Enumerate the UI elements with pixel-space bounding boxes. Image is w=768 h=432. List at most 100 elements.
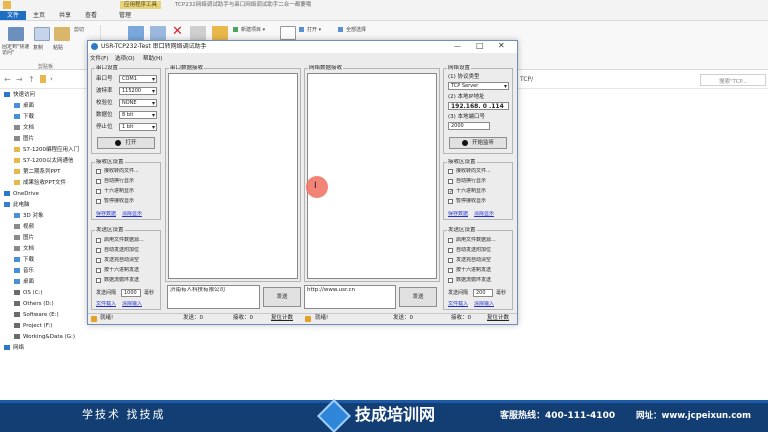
cut-label[interactable]: 剪切: [74, 26, 84, 33]
new-folder-icon[interactable]: [212, 26, 228, 40]
open-serial-button[interactable]: 打开: [97, 137, 155, 149]
option-row[interactable]: 启用文件数据源...: [96, 237, 158, 247]
local-ip-input[interactable]: 192.168. 0 .114: [448, 102, 509, 110]
serial-send-button[interactable]: 发送: [263, 287, 301, 307]
chevron-down-icon[interactable]: ▾: [152, 124, 155, 130]
net-interval-input[interactable]: 200: [473, 289, 493, 297]
nav-item[interactable]: 桌面: [0, 101, 82, 112]
stopbits-select[interactable]: 1 bit ▾: [119, 123, 157, 131]
checkbox[interactable]: [448, 268, 453, 273]
serial-clear-input-link[interactable]: 清除输入: [122, 301, 142, 307]
serial-clear-display-link[interactable]: 清除显示: [122, 211, 142, 217]
tab-file[interactable]: 文件: [0, 11, 27, 20]
protocol-select[interactable]: TCP Server ▾: [448, 82, 509, 90]
close-icon[interactable]: ✕: [498, 41, 505, 50]
nav-item[interactable]: 文档: [0, 123, 82, 134]
nav-item[interactable]: Software (E:): [0, 310, 82, 321]
search-box[interactable]: 搜索"TCP...: [700, 74, 766, 86]
chevron-down-icon[interactable]: ▾: [152, 88, 155, 94]
option-row[interactable]: 接收转向文件...: [448, 168, 510, 178]
pin-icon[interactable]: [8, 27, 24, 41]
nav-item[interactable]: 下载: [0, 255, 82, 266]
serial-reset-count-button[interactable]: 复位计数: [271, 314, 293, 323]
checkbox[interactable]: [96, 199, 101, 204]
nav-item[interactable]: 第二期系列PPT: [0, 167, 82, 178]
nav-item[interactable]: S7-1200编程应用入门: [0, 145, 82, 156]
chevron-down-icon[interactable]: ▾: [504, 83, 507, 89]
open-label[interactable]: 打开 ▾: [307, 26, 321, 33]
copy-icon[interactable]: [34, 27, 50, 41]
checkbox[interactable]: [96, 179, 101, 184]
nav-item[interactable]: 网络: [0, 343, 82, 354]
net-clear-display-link[interactable]: 清除显示: [474, 211, 494, 217]
checkbox[interactable]: [448, 258, 453, 263]
tab-manage[interactable]: 管理: [112, 11, 138, 20]
nav-item[interactable]: 文档: [0, 244, 82, 255]
serial-save-data-link[interactable]: 保存数据: [96, 211, 116, 217]
tab-share[interactable]: 共享: [52, 11, 78, 20]
checkbox[interactable]: [96, 258, 101, 263]
checkbox[interactable]: [96, 248, 101, 253]
local-port-input[interactable]: 2000: [448, 122, 490, 130]
option-row[interactable]: 按十六进制发送: [448, 267, 510, 277]
menu-options[interactable]: 选项(O): [115, 55, 135, 63]
nav-item[interactable]: 图片: [0, 233, 82, 244]
nav-item[interactable]: 成果验收PPT文件: [0, 178, 82, 189]
properties-icon[interactable]: [280, 26, 296, 40]
nav-item[interactable]: Project (F:): [0, 321, 82, 332]
paste-icon[interactable]: [54, 27, 70, 41]
option-row[interactable]: 自动换行显示: [448, 178, 510, 188]
new-item-label[interactable]: 新建项目 ▾: [241, 26, 265, 33]
option-row[interactable]: ✓ 十六进制显示: [448, 188, 510, 198]
checkbox[interactable]: [448, 179, 453, 184]
tab-home[interactable]: 主页: [26, 11, 52, 20]
serial-send-textarea[interactable]: 济南有人科技有限公司: [167, 285, 260, 309]
serial-load-file-link[interactable]: 文件载入: [96, 301, 116, 307]
nav-item[interactable]: 视频: [0, 222, 82, 233]
nav-item[interactable]: 图片: [0, 134, 82, 145]
nav-item[interactable]: 3D 对象: [0, 211, 82, 222]
forward-icon[interactable]: →: [16, 75, 23, 84]
copy-to-icon[interactable]: [150, 26, 166, 40]
option-row[interactable]: 暂停接收显示: [96, 198, 158, 208]
option-row[interactable]: 自动换行显示: [96, 178, 158, 188]
checkbox[interactable]: [448, 278, 453, 283]
option-row[interactable]: 自动发送附加位: [448, 247, 510, 257]
nav-item[interactable]: OS (C:): [0, 288, 82, 299]
checkbox[interactable]: [448, 169, 453, 174]
nav-item[interactable]: Working&Data (G:): [0, 332, 82, 343]
checkbox[interactable]: [448, 248, 453, 253]
option-row[interactable]: 按十六进制发送: [96, 267, 158, 277]
option-row[interactable]: 发送完自动清空: [96, 257, 158, 267]
nav-item[interactable]: 快速访问: [0, 90, 82, 101]
menu-help[interactable]: 帮助(H): [143, 55, 162, 63]
option-row[interactable]: 发送完自动清空: [448, 257, 510, 267]
net-load-file-link[interactable]: 文件载入: [448, 301, 468, 307]
checkbox[interactable]: [96, 238, 101, 243]
address-path-text[interactable]: TCP/: [520, 76, 533, 83]
databits-select[interactable]: 8 bit ▾: [119, 111, 157, 119]
nav-item[interactable]: 此电脑: [0, 200, 82, 211]
nav-item[interactable]: S7-1200以太网通信: [0, 156, 82, 167]
nav-item[interactable]: 下载: [0, 112, 82, 123]
net-send-textarea[interactable]: http://www.usr.cn: [304, 285, 396, 309]
option-row[interactable]: 启用文件数据源...: [448, 237, 510, 247]
back-icon[interactable]: ←: [4, 75, 11, 84]
app-title-bar[interactable]: USR-TCP232-Test 串口转网络调试助手 — □ ✕: [88, 41, 517, 53]
net-recv-textarea[interactable]: [307, 73, 437, 279]
net-save-data-link[interactable]: 保存数据: [448, 211, 468, 217]
serial-recv-textarea[interactable]: [168, 73, 298, 279]
baud-select[interactable]: 115200 ▾: [119, 87, 157, 95]
net-clear-input-link[interactable]: 清除输入: [474, 301, 494, 307]
rename-icon[interactable]: [190, 26, 206, 40]
port-select[interactable]: COM1 ▾: [119, 75, 157, 83]
checkbox[interactable]: [448, 199, 453, 204]
option-row[interactable]: 数据流循环发送: [448, 277, 510, 287]
select-all-label[interactable]: 全部选择: [346, 26, 366, 33]
nav-item[interactable]: 桌面: [0, 277, 82, 288]
chevron-down-icon[interactable]: ▾: [152, 100, 155, 106]
delete-icon[interactable]: ✕: [172, 25, 183, 39]
checkbox[interactable]: [96, 189, 101, 194]
nav-item[interactable]: OneDrive: [0, 189, 82, 200]
checkbox[interactable]: [96, 169, 101, 174]
